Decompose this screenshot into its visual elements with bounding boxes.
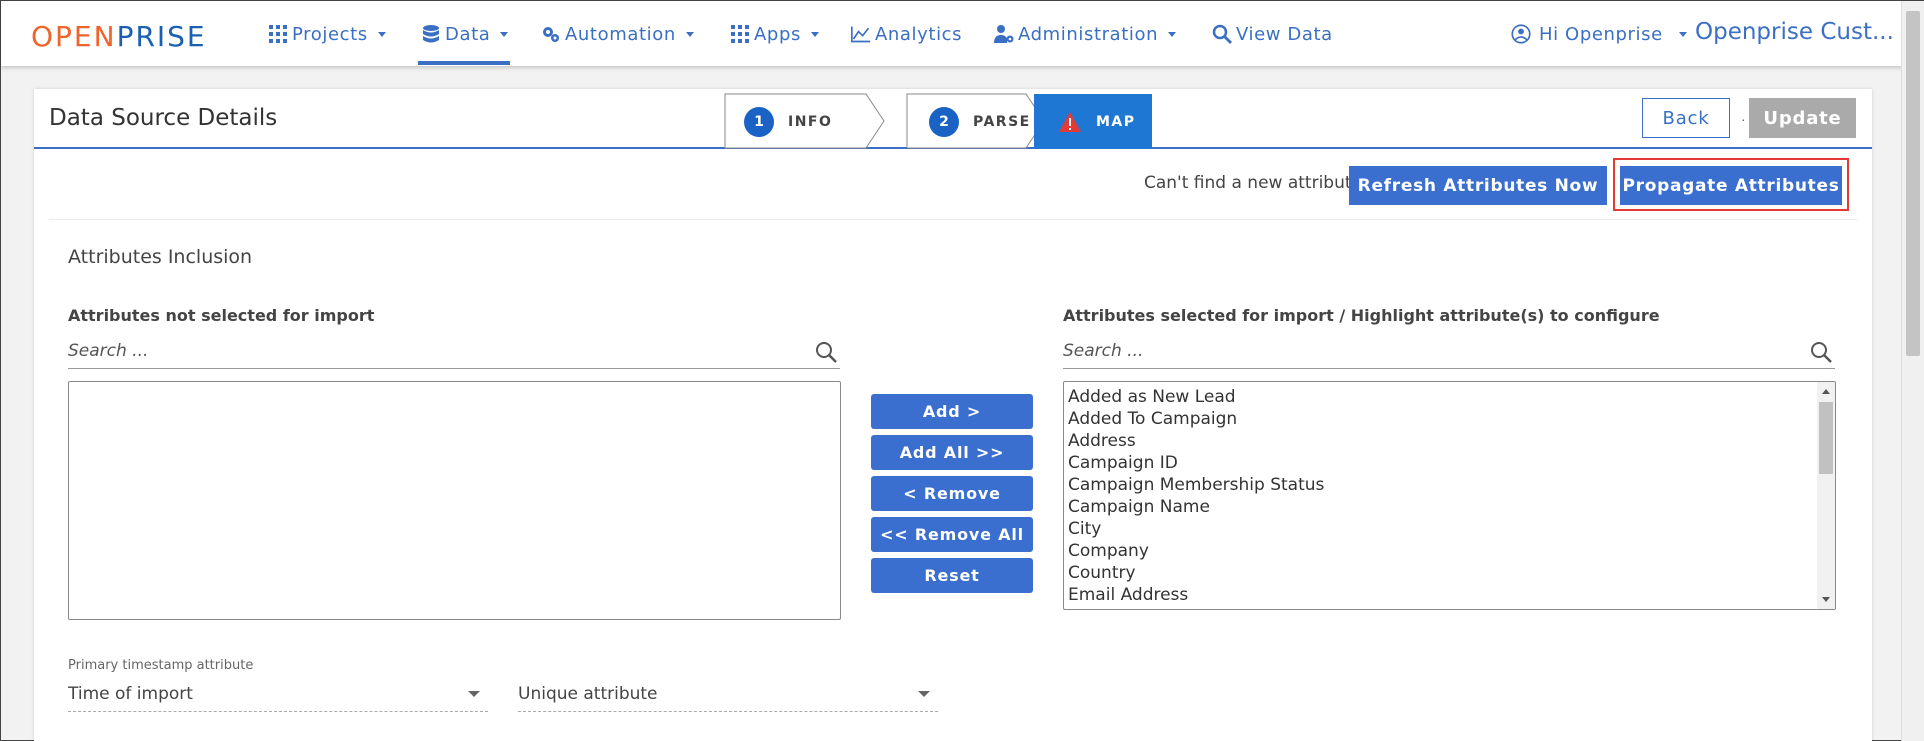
unique-attribute-placeholder: Unique attribute — [518, 684, 658, 704]
page-scroll-thumb[interactable] — [1906, 11, 1920, 356]
primary-timestamp-value: Time of import — [68, 684, 193, 704]
nav-active-indicator — [418, 61, 510, 65]
nav-analytics-label: Analytics — [875, 23, 963, 45]
step-label: INFO — [788, 113, 833, 130]
dropdown-arrow-icon — [468, 691, 480, 697]
selected-label: Attributes selected for import / Highlig… — [1063, 306, 1660, 325]
top-navbar: OPENPRISE Projects Data Automation Apps … — [1, 1, 1924, 66]
chevron-down-icon — [1168, 31, 1177, 37]
scroll-thumb[interactable] — [1819, 402, 1833, 474]
nav-analytics[interactable]: Analytics — [851, 21, 962, 47]
org-name[interactable]: Openprise Cust... — [1695, 19, 1894, 45]
nav-administration[interactable]: Administration — [994, 21, 1177, 47]
list-item[interactable]: Address — [1068, 430, 1813, 452]
list-item[interactable]: Campaign ID — [1068, 452, 1813, 474]
list-item[interactable]: Company — [1068, 540, 1813, 562]
unique-attribute-select[interactable]: Unique attribute — [518, 676, 938, 712]
card-header: Data Source Details 1 INFO 2 PARSE MAP B… — [34, 89, 1872, 149]
dropdown-arrow-icon — [918, 691, 930, 697]
user-gear-icon — [994, 25, 1014, 43]
attributes-inclusion-title: Attributes Inclusion — [68, 246, 253, 268]
search-icon[interactable] — [814, 340, 838, 364]
step-label: MAP — [1096, 113, 1136, 130]
nav-administration-label: Administration — [1018, 23, 1159, 45]
list-item[interactable]: Country — [1068, 562, 1813, 584]
chevron-down-icon — [685, 31, 694, 37]
back-button[interactable]: Back — [1642, 98, 1730, 138]
page-scrollbar[interactable] — [1901, 1, 1924, 741]
chevron-down-icon — [500, 31, 509, 37]
scroll-down-arrow-icon[interactable] — [1822, 597, 1830, 602]
grid-icon — [269, 25, 287, 43]
grid-icon — [731, 25, 749, 43]
nav-apps[interactable]: Apps — [730, 21, 819, 47]
step-info[interactable]: 1 INFO — [744, 94, 832, 149]
list-item[interactable]: Campaign Membership Status — [1068, 474, 1813, 496]
selected-list-items: Added as New Lead Added To Campaign Addr… — [1068, 386, 1813, 606]
chart-icon — [851, 26, 871, 43]
chevron-down-icon — [1678, 31, 1687, 37]
not-selected-label: Attributes not selected for import — [68, 306, 375, 325]
step-map[interactable]: MAP — [1058, 94, 1136, 149]
nav-data-label: Data — [445, 23, 491, 45]
step-number: 1 — [744, 106, 774, 137]
openprise-logo[interactable]: OPENPRISE — [31, 23, 207, 51]
step-number: 2 — [929, 106, 959, 137]
scroll-up-arrow-icon[interactable] — [1822, 389, 1830, 394]
listbox-scrollbar[interactable] — [1817, 382, 1835, 609]
logo-open-text: OPEN — [31, 20, 117, 53]
logo-prise-text: PRISE — [116, 20, 207, 53]
primary-timestamp-select[interactable]: Time of import — [68, 676, 488, 712]
nav-automation[interactable]: Automation — [541, 21, 694, 47]
user-circle-icon — [1511, 24, 1531, 44]
search-icon[interactable] — [1809, 340, 1833, 364]
warning-icon — [1059, 111, 1081, 132]
nav-automation-label: Automation — [565, 23, 676, 45]
separator-dot: · — [1741, 111, 1746, 127]
add-all-button[interactable]: Add All >> — [871, 435, 1033, 470]
nav-data[interactable]: Data — [421, 21, 509, 47]
step-parse[interactable]: 2 PARSE — [929, 94, 1031, 149]
selected-listbox[interactable]: Added as New Lead Added To Campaign Addr… — [1063, 381, 1836, 610]
chevron-down-icon — [377, 31, 386, 37]
primary-timestamp-label: Primary timestamp attribute — [68, 658, 254, 673]
page-title: Data Source Details — [49, 105, 278, 131]
left-search-input[interactable] — [68, 335, 840, 367]
left-search — [68, 335, 840, 369]
database-icon — [423, 25, 439, 43]
cant-find-text: Can't find a new attribute? — [1144, 173, 1372, 193]
nav-view-data-label: View Data — [1236, 23, 1333, 45]
right-search — [1063, 335, 1835, 369]
right-search-input[interactable] — [1063, 335, 1835, 367]
propagate-highlight-box — [1613, 158, 1849, 211]
list-item[interactable]: Campaign Name — [1068, 496, 1813, 518]
reset-button[interactable]: Reset — [871, 558, 1033, 593]
remove-all-button[interactable]: << Remove All — [871, 517, 1033, 552]
step-label: PARSE — [973, 113, 1031, 130]
nav-apps-label: Apps — [754, 23, 801, 45]
search-icon — [1212, 24, 1232, 44]
refresh-attributes-button[interactable]: Refresh Attributes Now — [1349, 166, 1607, 205]
user-greeting: Hi Openprise — [1539, 23, 1663, 45]
list-item[interactable]: Added To Campaign — [1068, 408, 1813, 430]
not-selected-listbox[interactable] — [68, 381, 841, 620]
chevron-down-icon — [810, 31, 819, 37]
add-button[interactable]: Add > — [871, 394, 1033, 429]
nav-projects[interactable]: Projects — [268, 21, 386, 47]
list-item[interactable]: City — [1068, 518, 1813, 540]
list-item[interactable]: Email Address — [1068, 584, 1813, 606]
user-menu[interactable]: Hi Openprise — [1511, 21, 1687, 47]
update-button[interactable]: Update — [1749, 98, 1856, 138]
data-source-details-card: Data Source Details 1 INFO 2 PARSE MAP B… — [34, 89, 1872, 741]
remove-button[interactable]: < Remove — [871, 476, 1033, 511]
nav-view-data[interactable]: View Data — [1212, 21, 1333, 47]
gears-icon — [543, 27, 559, 42]
nav-projects-label: Projects — [292, 23, 368, 45]
divider — [49, 219, 1857, 220]
list-item[interactable]: Added as New Lead — [1068, 386, 1813, 408]
